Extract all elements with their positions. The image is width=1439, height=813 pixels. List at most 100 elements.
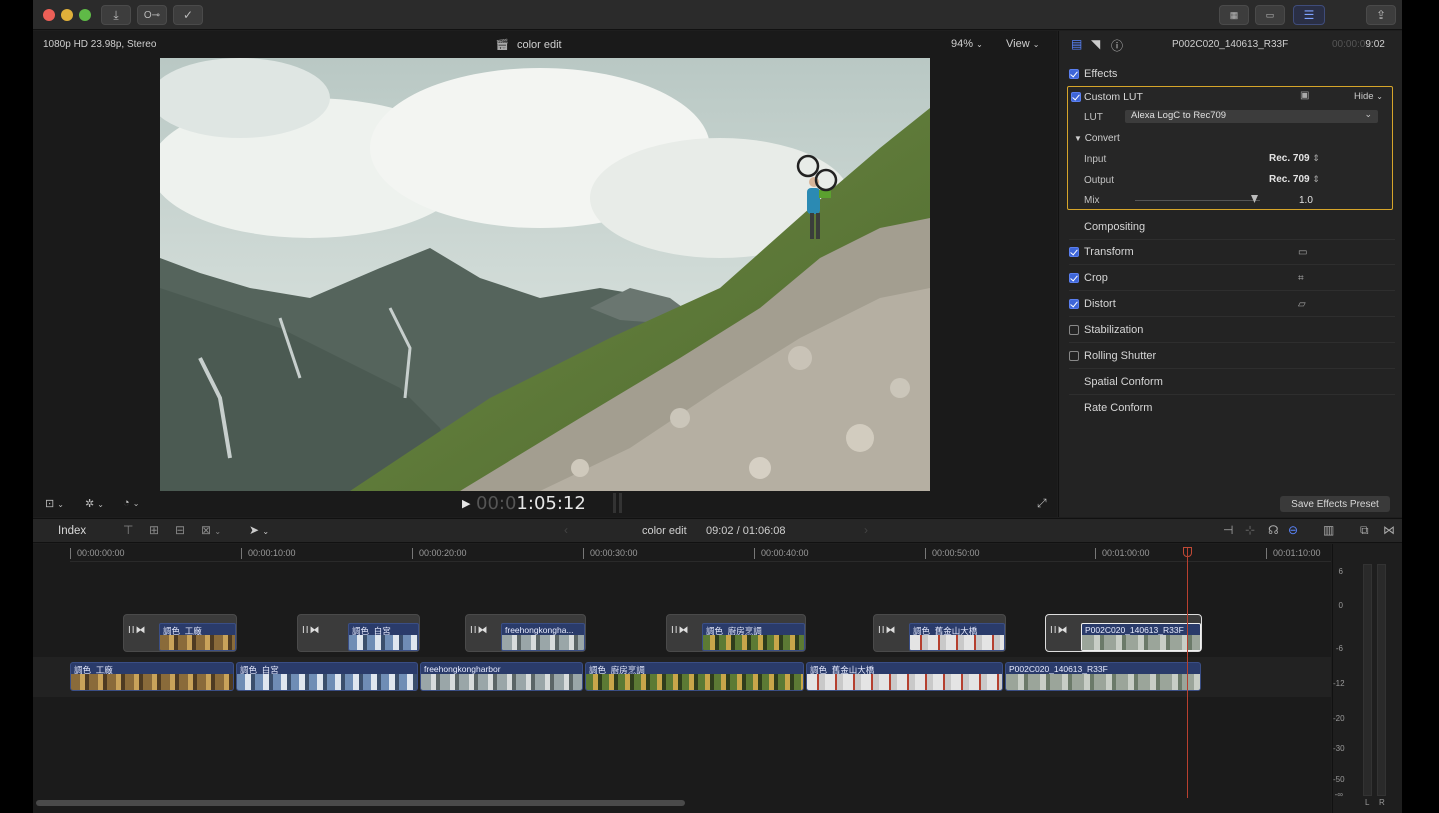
timeline[interactable]: 00:00:00:00 00:00:10:00 00:00:20:00 00:0… (33, 544, 1331, 813)
connected-clip-thumb: P002C020_140613_R33F (1081, 623, 1201, 651)
effects-browser-button[interactable]: ⧉ (1360, 523, 1369, 538)
distort-onscreen-icon[interactable]: ⏥ (1298, 299, 1306, 310)
snapping-button[interactable]: ⊣ (1223, 523, 1233, 537)
view-options-button[interactable]: ⊡ ⌄ (45, 497, 64, 510)
connect-clip-button[interactable]: ⊤ (123, 523, 133, 537)
chevron-down-icon: ⌄ (1032, 40, 1040, 49)
distort-section[interactable]: Distort ⏥ (1069, 292, 1395, 317)
meter-scale-label: -6 (1335, 644, 1343, 653)
mix-slider[interactable] (1135, 200, 1260, 201)
stabilization-section[interactable]: Stabilization (1069, 318, 1395, 343)
tool-select-button[interactable]: ➤ ⌄ (249, 523, 269, 537)
hide-button[interactable]: Hide ⌄ (1354, 91, 1383, 102)
rate-conform-section[interactable]: Rate Conform (1069, 395, 1395, 420)
crop-onscreen-icon[interactable]: ⌗ (1298, 273, 1304, 284)
color-inspector-tab[interactable]: ◥ (1091, 37, 1100, 51)
transitions-browser-button[interactable]: ⋈ (1383, 523, 1395, 537)
connected-clip[interactable]: II⧓ freehongkongha... (465, 614, 586, 652)
view-menu[interactable]: View ⌄ (1006, 38, 1039, 50)
storyline-clip[interactable]: 調色_白宮 (236, 662, 418, 691)
storyline-clip[interactable]: P002C020_140613_R33F (1005, 662, 1201, 691)
zoom-menu[interactable]: 94% ⌄ (951, 38, 983, 50)
close-window-button[interactable] (43, 9, 55, 21)
effects-checkbox[interactable] (1069, 68, 1079, 79)
storyline-clip[interactable]: freehongkongharbor (420, 662, 583, 691)
clip-filmstrip (349, 635, 418, 650)
minimize-window-button[interactable] (61, 9, 73, 21)
custom-lut-checkbox[interactable] (1071, 92, 1081, 102)
compound-clip-icon: II⧓ (470, 625, 489, 636)
mix-value[interactable]: 1.0 (1299, 195, 1313, 206)
stabilization-checkbox[interactable] (1069, 325, 1079, 335)
video-frame[interactable] (160, 58, 930, 491)
background-tasks-button[interactable]: ✓ (173, 5, 203, 25)
frame-icon: ⊡ (45, 498, 55, 510)
ruler-tick: 00:01:10:00 (1266, 548, 1321, 559)
rolling-shutter-section[interactable]: Rolling Shutter (1069, 344, 1395, 369)
info-inspector-tab[interactable]: ⓘ (1111, 37, 1123, 54)
timeline-toggle-button[interactable]: ▭ (1255, 5, 1285, 25)
clip-appearance-button[interactable]: ▥ (1323, 523, 1334, 537)
distort-label: Distort (1084, 298, 1116, 310)
custom-lut-effect: Custom LUT ▣ Hide ⌄ LUT Alexa LogC to Re… (1067, 86, 1393, 210)
video-inspector-tab[interactable]: ▤ (1071, 37, 1082, 51)
enhancements-button[interactable]: ✲ ⌄ (85, 497, 104, 510)
insert-clip-button[interactable]: ⊞ (149, 523, 159, 537)
horizontal-scrollbar[interactable] (36, 800, 685, 806)
save-effects-preset-button[interactable]: Save Effects Preset (1280, 496, 1390, 512)
history-back-button[interactable]: ‹ (564, 523, 568, 537)
input-stepper[interactable]: Rec. 709 ⇕ (1269, 153, 1320, 164)
solo-button[interactable]: ⊖ (1288, 523, 1298, 537)
mix-slider-handle[interactable] (1251, 195, 1258, 203)
keywords-button[interactable]: O⊸ (137, 5, 167, 25)
zoom-window-button[interactable] (79, 9, 91, 21)
storyline-clip[interactable]: 調色_工廠 (70, 662, 234, 691)
insert-icon: ⊞ (149, 523, 160, 537)
timecode-display[interactable]: 00:01:05:12 (476, 493, 586, 514)
history-forward-button[interactable]: › (864, 523, 868, 537)
effect-mask-button[interactable]: ▣ (1300, 90, 1309, 101)
transform-section[interactable]: Transform ▭ (1069, 240, 1395, 265)
connected-clip-thumb: 調色_白宮 (348, 623, 419, 651)
append-clip-button[interactable]: ⊟ (175, 523, 185, 537)
distort-checkbox[interactable] (1069, 299, 1079, 309)
crop-section[interactable]: Crop ⌗ (1069, 266, 1395, 291)
audio-skimming-button[interactable]: ☊ (1268, 523, 1279, 537)
connected-clip-thumb: 調色_廚房烹調 (702, 623, 805, 651)
inspector-toggle-button[interactable]: ☰ (1293, 5, 1325, 25)
connected-clip-selected[interactable]: II⧓ P002C020_140613_R33F (1045, 614, 1202, 652)
play-button[interactable]: ▶ (462, 497, 470, 510)
transform-label: Transform (1084, 246, 1134, 258)
connected-clip[interactable]: II⧓ 調色_舊金山大橋 (873, 614, 1006, 652)
convert-disclosure[interactable]: ▼ Convert (1074, 133, 1120, 144)
rolling-shutter-checkbox[interactable] (1069, 351, 1079, 361)
transform-checkbox[interactable] (1069, 247, 1079, 257)
share-button[interactable]: ⇪ (1366, 5, 1396, 25)
transform-onscreen-icon[interactable]: ▭ (1298, 247, 1307, 258)
connected-clip[interactable]: II⧓ 調色_廚房烹調 (666, 614, 806, 652)
import-button[interactable]: ⤓ (101, 5, 131, 25)
timeline-ruler[interactable]: 00:00:00:00 00:00:10:00 00:00:20:00 00:0… (70, 544, 1331, 562)
channel-label: R (1379, 798, 1385, 807)
connected-clip[interactable]: II⧓ 調色_工廠 (123, 614, 237, 652)
storyline-clip[interactable]: 調色_舊金山大橋 (806, 662, 1003, 691)
retime-button[interactable]: ◔ ⌄ (123, 497, 139, 509)
skimming-button[interactable]: ⊹ (1245, 523, 1255, 537)
output-stepper[interactable]: Rec. 709 ⇕ (1269, 174, 1320, 185)
connected-clip[interactable]: II⧓ 調色_白宮 (297, 614, 420, 652)
spatial-conform-section[interactable]: Spatial Conform (1069, 370, 1395, 395)
index-button[interactable]: Index (58, 525, 86, 537)
clip-filmstrip (237, 674, 417, 690)
crop-checkbox[interactable] (1069, 273, 1079, 283)
storyline-clip[interactable]: 調色_廚房烹調 (585, 662, 804, 691)
inspector-header: ▤ ◥ ⓘ P002C020_140613_R33F 00:00:09:02 (1059, 31, 1403, 57)
ruler-tick: 00:00:40:00 (754, 548, 809, 559)
timecode-dim: 00:0 (476, 493, 517, 514)
meter-bar-left (1363, 564, 1372, 796)
lut-select[interactable]: Alexa LogC to Rec709 ⌄ (1125, 109, 1378, 123)
playhead[interactable] (1187, 548, 1188, 798)
browser-toggle-button[interactable]: ▦ (1219, 5, 1249, 25)
compositing-section[interactable]: Compositing (1069, 215, 1395, 240)
fullscreen-button[interactable]: ⤢ (1037, 496, 1047, 511)
overwrite-clip-button[interactable]: ⊠ ⌄ (201, 523, 221, 537)
